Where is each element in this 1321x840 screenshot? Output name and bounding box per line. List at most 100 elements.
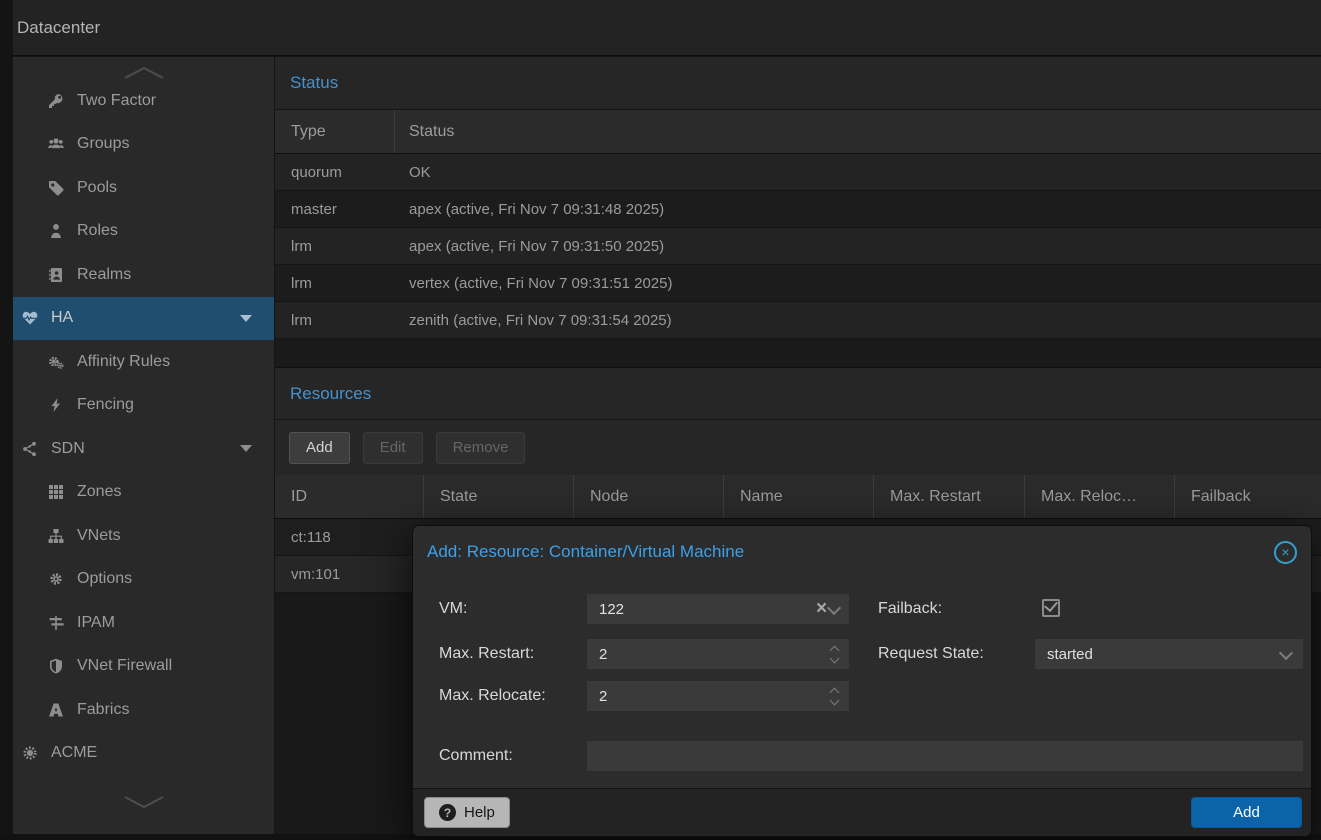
app-header: Datacenter [13,0,1321,56]
add-button[interactable]: Add [289,432,350,464]
sidebar-item-fabrics[interactable]: Fabrics [13,688,274,732]
request-state-value: started [1047,646,1093,663]
sidebar-tree: Two Factor Groups Pools Roles Realms HA Affini… [13,79,274,819]
tag-icon [48,180,68,196]
sidebar-item-label: VNet Firewall [77,657,172,675]
sidebar-item-groups[interactable]: Groups [13,123,274,167]
sidebar-item-label: Pools [77,179,117,197]
status-table-header: TypeStatus [275,110,1321,154]
resources-table-header: IDStateNodeNameMax. RestartMax. Reloc…Fa… [275,475,1321,519]
sidebar-item-vnet-firewall[interactable]: VNet Firewall [13,645,274,689]
gears-icon [48,354,68,370]
users-icon [48,136,68,152]
sidebar-item-pools[interactable]: Pools [13,166,274,210]
signpost-icon [48,615,68,631]
comment-input[interactable] [587,741,1303,771]
sidebar-scroll-overlay [13,788,274,834]
question-circle-icon: ? [439,804,456,821]
dialog-add-button[interactable]: Add [1191,797,1302,828]
sidebar-item-two-factor[interactable]: Two Factor [13,79,274,123]
max-restart-spinner[interactable]: 2 [587,639,849,669]
column-header-max-reloc-[interactable]: Max. Reloc… [1025,475,1175,518]
column-header-status[interactable]: Status [395,110,1321,153]
failback-label: Failback: [878,594,942,624]
edit-button[interactable]: Edit [363,432,423,464]
comment-label: Comment: [439,741,513,771]
table-row[interactable]: lrmapex (active, Fri Nov 7 09:31:50 2025… [275,228,1321,265]
sidebar-item-acme[interactable]: ACME [13,732,274,776]
sidebar-item-label: IPAM [77,614,115,632]
sidebar-item-label: Fencing [77,396,134,414]
dialog-footer: ? Help Add [413,788,1311,836]
chevron-down-icon[interactable] [827,601,841,615]
status-panel-title-text: Status [290,73,338,93]
table-row[interactable]: lrmzenith (active, Fri Nov 7 09:31:54 20… [275,302,1321,339]
table-row[interactable]: quorumOK [275,154,1321,191]
sidebar-item-options[interactable]: Options [13,558,274,602]
road-icon [48,702,68,718]
network-icon [22,441,42,457]
chevron-down-icon[interactable] [122,795,166,815]
resources-panel-title: Resources [275,367,1321,420]
column-header-node[interactable]: Node [574,475,724,518]
sidebar-item-roles[interactable]: Roles [13,210,274,254]
sidebar-item-ha[interactable]: HA [13,297,274,341]
key-icon [48,93,68,109]
sidebar-item-affinity-rules[interactable]: Affinity Rules [13,340,274,384]
vm-label: VM: [439,594,467,624]
sidebar-item-ipam[interactable]: IPAM [13,601,274,645]
column-header-state[interactable]: State [424,475,574,518]
sidebar-item-label: Fabrics [77,701,129,719]
spinner-down-icon[interactable] [830,696,840,706]
resources-toolbar: Add Edit Remove [275,420,1321,475]
clear-icon[interactable]: × [816,599,827,618]
help-button-label: Help [464,804,495,821]
request-state-select[interactable]: started [1035,639,1303,669]
dialog-header: Add: Resource: Container/Virtual Machine… [413,526,1311,578]
sidebar-item-label: Realms [77,266,131,284]
sidebar-item-label: Options [77,570,132,588]
sidebar: Two Factor Groups Pools Roles Realms HA Affini… [13,57,274,834]
failback-checkbox[interactable] [1042,599,1060,617]
status-panel-title: Status [275,57,1321,110]
spinner-down-icon[interactable] [830,654,840,664]
max-relocate-spinner[interactable]: 2 [587,681,849,711]
sidebar-item-label: Zones [77,483,121,501]
column-header-type[interactable]: Type [275,110,395,153]
column-header-id[interactable]: ID [275,475,424,518]
chevron-down-icon[interactable] [240,445,252,452]
sidebar-item-fencing[interactable]: Fencing [13,384,274,428]
max-restart-label: Max. Restart: [439,639,534,669]
sidebar-item-sdn[interactable]: SDN [13,427,274,471]
table-row[interactable]: lrmvertex (active, Fri Nov 7 09:31:51 20… [275,265,1321,302]
sidebar-item-label: Two Factor [77,92,156,110]
sidebar-item-zones[interactable]: Zones [13,471,274,515]
bolt-icon [48,397,68,413]
page-title: Datacenter [17,18,100,38]
sidebar-item-vnets[interactable]: VNets [13,514,274,558]
column-header-max-restart[interactable]: Max. Restart [874,475,1025,518]
sidebar-item-realms[interactable]: Realms [13,253,274,297]
chevron-down-icon[interactable] [240,315,252,322]
gear-icon [48,571,68,587]
close-icon[interactable]: × [1274,541,1297,564]
status-table-body: quorumOKmasterapex (active, Fri Nov 7 09… [275,154,1321,339]
address-book-icon [48,267,68,283]
max-relocate-value: 2 [599,688,607,705]
help-button[interactable]: ? Help [424,797,510,828]
status-table-empty-area [275,339,1321,367]
vm-combobox[interactable]: 122 × [587,594,849,624]
column-header-name[interactable]: Name [724,475,874,518]
table-row[interactable]: masterapex (active, Fri Nov 7 09:31:48 2… [275,191,1321,228]
sidebar-item-label: ACME [51,744,97,762]
max-relocate-label: Max. Relocate: [439,681,546,711]
add-resource-dialog: Add: Resource: Container/Virtual Machine… [412,525,1312,837]
chevron-down-icon[interactable] [1279,646,1293,660]
remove-button[interactable]: Remove [436,432,526,464]
sidebar-item-label: Affinity Rules [77,353,170,371]
heartbeat-icon [22,310,42,326]
column-header-failback[interactable]: Failback [1175,475,1321,518]
person-icon [48,223,68,239]
add-button-label: Add [1233,804,1260,821]
sidebar-item-label: VNets [77,527,121,545]
